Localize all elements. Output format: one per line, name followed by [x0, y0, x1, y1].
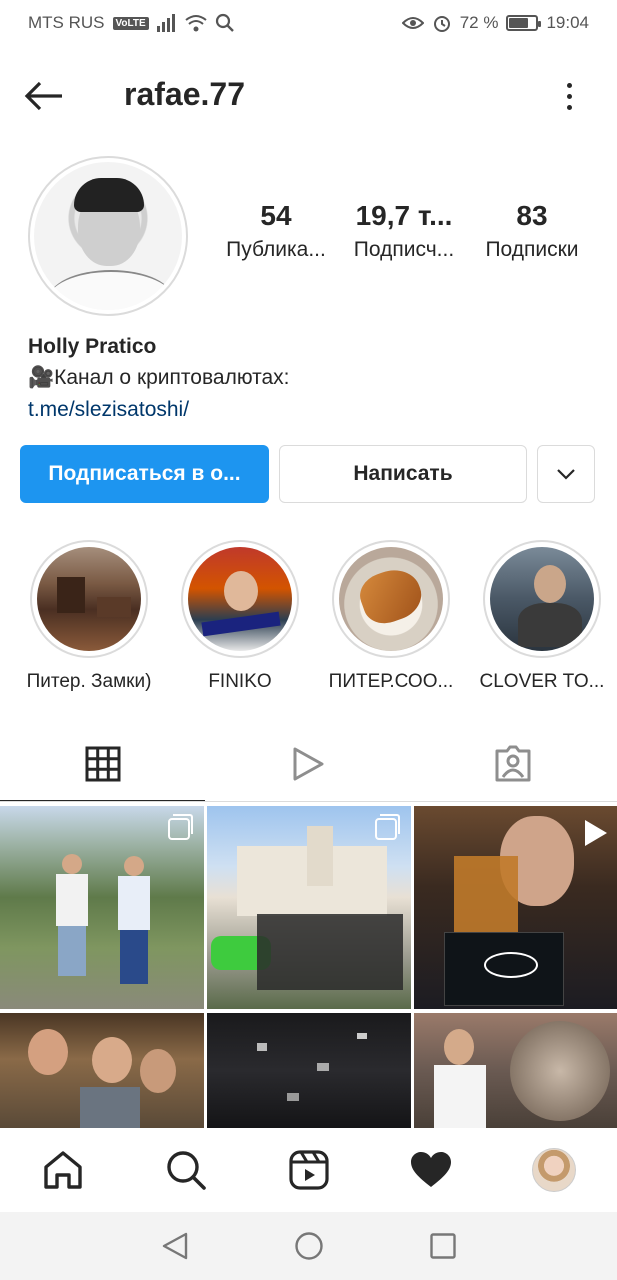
highlight-cover: [37, 547, 141, 651]
stat-followers[interactable]: 19,7 т... Подписч...: [342, 200, 466, 262]
profile-avatar[interactable]: [28, 156, 188, 316]
profile-header: rafae.77: [0, 66, 617, 126]
tab-tagged[interactable]: [410, 726, 615, 802]
nav-home[interactable]: [38, 1145, 88, 1195]
wifi-icon: [185, 15, 207, 32]
highlight-item[interactable]: ПИТЕР.СОО...: [316, 540, 466, 693]
highlight-item[interactable]: CLOVER TO...: [467, 540, 617, 693]
avatar-image: [34, 162, 182, 310]
profile-name: Holly Pratico: [28, 335, 157, 358]
more-dot-icon: [566, 93, 572, 99]
nav-reels[interactable]: [284, 1145, 334, 1195]
circle-home-icon: [294, 1232, 323, 1260]
post-thumbnail[interactable]: [0, 806, 204, 1009]
bio-text: 🎥Канал о криптовалютах:: [28, 366, 290, 389]
stat-value: 19,7 т...: [355, 200, 453, 231]
back-button[interactable]: [24, 78, 68, 114]
message-button[interactable]: Написать: [279, 445, 527, 503]
tabs-divider: [0, 801, 617, 802]
story-highlights: Питер. Замки) FINIKO ПИТЕР.СОО... CLOVER…: [0, 540, 617, 700]
post-thumbnail[interactable]: [414, 1013, 617, 1128]
video-play-icon: [585, 820, 607, 846]
profile-avatar: [532, 1148, 576, 1192]
system-navigation: [0, 1212, 617, 1280]
highlight-cover-ring: [332, 540, 450, 658]
reels-play-icon: [293, 747, 323, 781]
post-thumbnail[interactable]: [207, 1013, 411, 1128]
status-right: 72 % 19:04: [401, 13, 589, 33]
tab-grid[interactable]: [0, 726, 205, 802]
reels-icon: [288, 1150, 329, 1190]
search-icon: [167, 1151, 206, 1190]
status-left: MTS RUS VoLTE: [28, 13, 235, 33]
page-title: rafae.77: [124, 76, 245, 112]
eye-icon: [401, 17, 424, 29]
post-thumbnail[interactable]: [414, 806, 617, 1009]
highlight-cover-ring: [181, 540, 299, 658]
highlight-item[interactable]: Питер. Замки): [14, 540, 164, 693]
stat-posts[interactable]: 54 Публика...: [214, 200, 338, 262]
highlight-label: ПИТЕР.СОО...: [328, 671, 454, 692]
highlight-label: CLOVER TO...: [479, 671, 605, 692]
highlight-cover: [188, 547, 292, 651]
volte-badge: VoLTE: [112, 16, 149, 30]
profile-bio: Holly Pratico 🎥Канал о криптовалютах: t.…: [28, 332, 588, 426]
highlight-cover: [339, 547, 443, 651]
profile-stats: 54 Публика... 19,7 т... Подписч... 83 По…: [214, 200, 594, 262]
battery-icon: [506, 15, 542, 31]
stat-value: 54: [260, 200, 292, 231]
profile-tabs: [0, 726, 617, 802]
system-back-button[interactable]: [155, 1226, 195, 1266]
highlight-label: Питер. Замки): [26, 671, 152, 692]
triangle-back-icon: [162, 1232, 187, 1260]
follow-button[interactable]: Подписаться в о...: [20, 445, 269, 503]
stat-label: Публика...: [226, 238, 326, 261]
highlight-item[interactable]: FINIKO: [165, 540, 315, 693]
nav-profile[interactable]: [529, 1145, 579, 1195]
square-recents-icon: [429, 1233, 456, 1259]
chevron-down-icon: [557, 469, 575, 480]
stat-following[interactable]: 83 Подписки: [470, 200, 594, 262]
highlight-cover: [490, 547, 594, 651]
highlight-cover-ring: [30, 540, 148, 658]
profile-actions: Подписаться в о... Написать: [20, 445, 597, 503]
back-arrow-icon: [24, 81, 62, 111]
grid-icon: [85, 746, 120, 782]
signal-icon: [156, 14, 175, 32]
post-grid: [0, 806, 617, 1128]
alarm-icon: [433, 16, 450, 32]
stat-value: 83: [516, 200, 548, 231]
bottom-navigation: [0, 1128, 617, 1212]
nav-search[interactable]: [161, 1145, 211, 1195]
carousel-icon: [168, 814, 193, 840]
heart-icon: [411, 1152, 452, 1187]
clock: 19:04: [546, 13, 589, 32]
tab-reels[interactable]: [205, 726, 410, 802]
tagged-person-icon: [495, 745, 530, 782]
post-thumbnail[interactable]: [0, 1013, 204, 1128]
highlight-label: FINIKO: [208, 671, 272, 692]
more-dot-icon: [566, 104, 572, 110]
more-options-button[interactable]: [559, 78, 579, 114]
stat-label: Подписч...: [353, 238, 455, 261]
nav-activity[interactable]: [406, 1145, 456, 1195]
battery-level: [509, 18, 529, 28]
carousel-icon: [375, 814, 400, 840]
search-icon: [215, 13, 234, 32]
carrier-label: MTS RUS: [28, 13, 105, 32]
more-dot-icon: [566, 82, 572, 88]
post-thumbnail[interactable]: [207, 806, 411, 1009]
suggested-dropdown-button[interactable]: [537, 445, 595, 503]
highlight-cover-ring: [483, 540, 601, 658]
system-home-button[interactable]: [289, 1226, 329, 1266]
battery-percent: 72 %: [459, 13, 499, 32]
stat-label: Подписки: [485, 238, 579, 261]
home-icon: [44, 1151, 82, 1189]
system-recents-button[interactable]: [423, 1226, 463, 1266]
bio-link[interactable]: t.me/slezisatoshi/: [28, 394, 588, 426]
status-bar: MTS RUS VoLTE 72 % 19:04: [0, 0, 617, 46]
